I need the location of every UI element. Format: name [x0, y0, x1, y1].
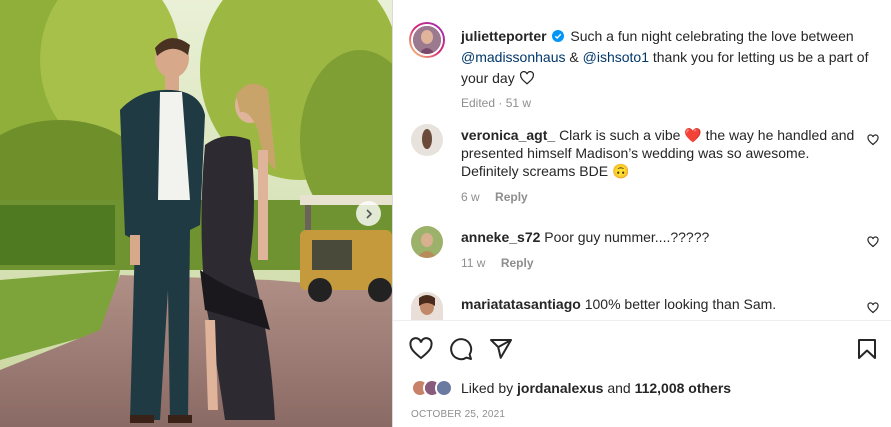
post-actions-section: Liked by jordanalexus and 112,008 others… [393, 320, 891, 427]
author-username[interactable]: julietteporter [461, 28, 547, 44]
comment-text: mariatatasantiago 100% better looking th… [461, 295, 861, 313]
comment-username[interactable]: anneke_s72 [461, 229, 540, 245]
comment-body: Poor guy nummer....????? [544, 229, 710, 245]
liked-by-user[interactable]: jordanalexus [517, 380, 603, 396]
paper-plane-icon [490, 339, 512, 359]
comment-username[interactable]: veronica_agt_ [461, 127, 555, 143]
chevron-right-icon [365, 208, 372, 219]
heart-icon [409, 337, 433, 360]
comment-button[interactable] [449, 337, 473, 361]
reply-button[interactable]: Reply [501, 256, 534, 270]
edited-label: Edited [461, 96, 496, 110]
verified-badge-icon [552, 30, 565, 42]
caption-text: julietteporter Such a fun night celebrat… [461, 26, 871, 114]
mention-ishsoto1[interactable]: @ishsoto1 [583, 49, 649, 65]
caption-meta: Edited · 51 w [461, 96, 532, 110]
post-details-panel: julietteporter Such a fun night celebrat… [392, 0, 891, 427]
like-comment-icon[interactable] [867, 302, 879, 314]
carousel-next-button[interactable] [356, 201, 381, 226]
like-comment-icon[interactable] [867, 236, 879, 248]
save-button[interactable] [855, 337, 879, 361]
author-avatar[interactable] [409, 22, 445, 58]
commenter-avatar[interactable] [411, 292, 443, 320]
liker-avatar [435, 379, 453, 397]
comment-body: 100% better looking than Sam. [584, 296, 777, 312]
likes-and: and [607, 380, 631, 396]
comment-body-a: Clark is such a vibe [559, 127, 681, 143]
post-date[interactable]: OCTOBER 25, 2021 [411, 409, 505, 420]
upside-down-face-emoji-icon: 🙃 [611, 163, 630, 179]
comment-time: 11 w [461, 256, 486, 270]
like-comment-icon[interactable] [867, 134, 879, 146]
comment-text: veronica_agt_ Clark is such a vibe ❤️ th… [461, 126, 861, 206]
likes-summary: Liked by jordanalexus and 112,008 others [411, 377, 731, 399]
mention-madissonhaus[interactable]: @madissonhaus [461, 49, 566, 65]
comment-meta: 11 w Reply [461, 254, 861, 272]
commenter-avatar[interactable] [411, 124, 443, 156]
liked-by-label: Liked by [461, 380, 514, 396]
reply-button[interactable]: Reply [495, 190, 528, 204]
comment-text: anneke_s72 Poor guy nummer....????? 11 w… [461, 228, 861, 272]
comment-username[interactable]: mariatatasantiago [461, 296, 581, 312]
share-button[interactable] [489, 337, 513, 361]
caption-amp: & [569, 49, 579, 65]
comment-bubble-icon [450, 338, 473, 361]
caption-time: 51 w [505, 96, 532, 110]
likes-text: Liked by jordanalexus and 112,008 others [461, 380, 731, 396]
red-heart-emoji-icon: ❤️ [684, 127, 702, 143]
likes-count[interactable]: 112,008 others [635, 380, 732, 396]
bookmark-icon [858, 339, 876, 359]
post-photo[interactable] [0, 0, 392, 427]
commenter-avatar[interactable] [411, 226, 443, 258]
photo-image [0, 0, 392, 427]
like-button[interactable] [409, 337, 433, 361]
comment-time: 6 w [461, 190, 480, 204]
heart-outline-icon [519, 70, 534, 85]
caption-text-1: Such a fun night celebrating the love be… [570, 28, 854, 44]
comment-meta: 6 w Reply [461, 188, 861, 206]
